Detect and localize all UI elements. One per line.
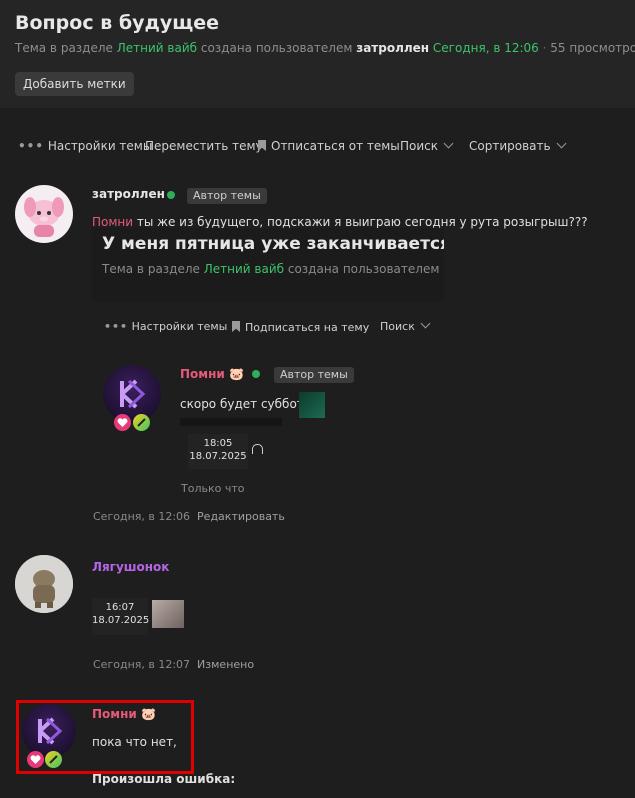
pink-character-avatar-icon xyxy=(24,197,64,237)
meta-prefix: Тема в разделе xyxy=(15,41,113,55)
edit-link[interactable]: Редактировать xyxy=(197,510,285,523)
avatar[interactable] xyxy=(15,185,73,243)
thread-header: Вопрос в будущее Тема в разделе Летний в… xyxy=(0,0,635,108)
quote-section: Летний вайб xyxy=(203,262,285,276)
quote-toolbar-settings: ••• Настройки темы xyxy=(104,320,228,333)
more-dots-icon: ••• xyxy=(18,139,45,153)
changed-label: Изменено xyxy=(197,658,255,671)
post-body: ты же из будущего, подскажи я выиграю се… xyxy=(136,215,588,229)
bookmark-icon xyxy=(232,321,240,332)
clock-widget: 16:07 18.07.2025 xyxy=(92,598,150,635)
post-date-link[interactable]: Сегодня, в 12:07 xyxy=(93,658,190,671)
quote-meta-tail: По xyxy=(443,262,444,276)
unsubscribe-label: Отписаться от темы xyxy=(271,139,400,153)
avatar xyxy=(103,365,161,423)
view-count: 55 просмотров xyxy=(550,41,635,55)
quote-inner-text: скоро будет суббота xyxy=(180,397,312,411)
sort-dropdown[interactable]: Сортировать xyxy=(469,138,567,153)
clock-time: 18:05 xyxy=(203,438,233,449)
heart-icon xyxy=(114,414,131,431)
add-tags-button[interactable]: Добавить метки xyxy=(15,72,134,96)
quote-title: У меня пятница уже заканчивается+ xyxy=(102,234,444,254)
quote-meta: Тема в разделе Летний вайб создана польз… xyxy=(102,262,444,276)
sort-label: Сортировать xyxy=(469,139,551,153)
author-badge: Автор темы xyxy=(187,188,267,204)
highlight-box xyxy=(16,700,194,774)
unsubscribe-button[interactable]: Отписаться от темы xyxy=(258,139,400,153)
clock-time: 16:07 xyxy=(105,602,135,613)
thread-date[interactable]: Сегодня, в 12:06 xyxy=(433,41,539,55)
search-label: Поиск xyxy=(400,139,439,153)
chevron-down-icon xyxy=(443,138,454,149)
online-indicator xyxy=(167,191,175,199)
redacted-bar xyxy=(180,418,282,426)
thread-settings-label: Настройки темы xyxy=(47,139,153,153)
avatar[interactable] xyxy=(15,555,73,613)
quote-inner-author: Помни 🐷 xyxy=(180,367,244,381)
pig-emoji-icon: 🐷 xyxy=(228,367,244,381)
post-author[interactable]: Лягушонок xyxy=(92,560,169,574)
embedded-screenshot: У меня пятница уже заканчивается+ Тема в… xyxy=(92,228,444,302)
quote-inner-badge: Автор темы xyxy=(274,367,354,383)
post-time: Сегодня, в 12:06 Редактировать xyxy=(93,510,285,523)
bookmark-icon xyxy=(258,140,266,151)
quote-inner-when: Только что xyxy=(181,482,245,495)
clock-widget: 18:05 18.07.2025 xyxy=(188,434,248,469)
quote-meta-prefix: Тема в разделе xyxy=(102,262,200,276)
sticker-image xyxy=(299,392,325,418)
clock-date: 18.07.2025 xyxy=(189,451,247,462)
post-date-link[interactable]: Сегодня, в 12:06 xyxy=(93,510,190,523)
search-dropdown[interactable]: Поиск xyxy=(400,138,454,153)
chevron-down-icon xyxy=(556,138,567,149)
post-text: Помни ты же из будущего, подскажи я выиг… xyxy=(92,215,588,229)
mention-link[interactable]: Помни xyxy=(92,215,133,229)
thread-settings-button[interactable]: ••• Настройки темы xyxy=(18,139,152,153)
post-author[interactable]: затроллен xyxy=(92,187,165,201)
meta-created-by: создана пользователем xyxy=(200,41,353,55)
error-text: Произошла ошибка: xyxy=(92,772,236,786)
section-link[interactable]: Летний вайб xyxy=(117,41,197,55)
online-indicator xyxy=(252,370,260,378)
bell-icon xyxy=(252,444,263,454)
thread-meta: Тема в разделе Летний вайб создана польз… xyxy=(15,41,635,55)
pencil-icon xyxy=(133,414,150,431)
post-time: Сегодня, в 12:07 Изменено xyxy=(93,658,254,671)
page-title: Вопрос в будущее xyxy=(15,12,219,34)
clock-date: 18.07.2025 xyxy=(92,615,150,626)
quote-toolbar-search: Поиск xyxy=(380,318,431,333)
move-thread-button[interactable]: Переместить тему xyxy=(145,139,263,153)
figure-avatar-icon xyxy=(15,555,73,613)
author-link[interactable]: затроллен xyxy=(356,41,429,55)
quote-toolbar-subscribe: Подписаться на тему xyxy=(232,320,369,334)
k-logo-icon xyxy=(120,379,146,409)
thread-toolbar: ••• Настройки темы Переместить тему Отпи… xyxy=(0,132,635,160)
chevron-down-icon xyxy=(420,318,431,329)
quote-created-by: создана пользователем xyxy=(287,262,440,276)
sticker-image xyxy=(152,600,184,628)
